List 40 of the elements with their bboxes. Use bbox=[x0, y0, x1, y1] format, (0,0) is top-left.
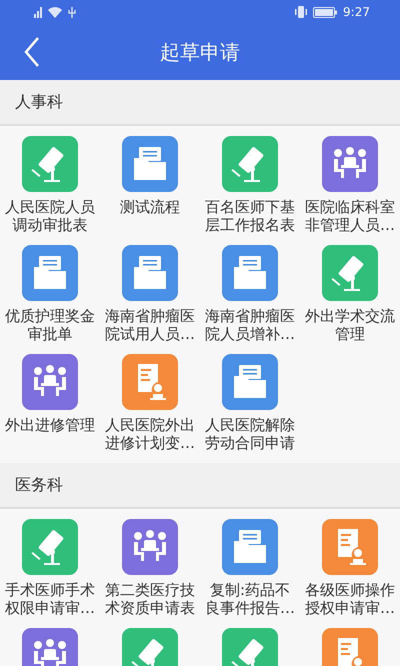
form-label[interactable]: 人民医院人员调动审批表 bbox=[4, 198, 96, 234]
form-label[interactable]: 百名医师下基层工作报名表 bbox=[204, 198, 296, 234]
form-label[interactable]: 海南省肿瘤医院人员增补… bbox=[204, 307, 296, 343]
form-label[interactable]: 优质护理奖金审批单 bbox=[4, 307, 96, 343]
form-label[interactable]: 第二类医疗技术资质申请表 bbox=[104, 581, 196, 617]
form-label[interactable]: 手术医师手术权限申请审… bbox=[4, 581, 96, 617]
form-label[interactable]: 医院临床科室非管理人员… bbox=[304, 198, 396, 234]
section-title: 医务科 bbox=[15, 474, 63, 496]
form-label[interactable]: 人民医院外出进修计划变… bbox=[104, 416, 196, 452]
back-icon bbox=[24, 37, 40, 67]
folder-icon[interactable] bbox=[122, 245, 178, 301]
folder-icon[interactable] bbox=[222, 245, 278, 301]
form-label[interactable]: 外出学术交流管理 bbox=[304, 307, 396, 343]
meeting-icon[interactable] bbox=[22, 354, 78, 410]
folder-icon[interactable] bbox=[222, 519, 278, 575]
battery-icon bbox=[313, 6, 338, 18]
folder-icon[interactable] bbox=[22, 245, 78, 301]
meeting-icon[interactable] bbox=[322, 136, 378, 192]
microscope-icon[interactable] bbox=[22, 519, 78, 575]
meeting-icon[interactable] bbox=[122, 519, 178, 575]
signal-icon bbox=[34, 6, 42, 18]
vibrate-icon bbox=[295, 6, 308, 18]
folder-icon[interactable] bbox=[222, 354, 278, 410]
form-label[interactable]: 海南省肿瘤医院试用人员… bbox=[104, 307, 196, 343]
certificate-icon[interactable] bbox=[122, 354, 178, 410]
usb-icon bbox=[68, 6, 76, 18]
form-label[interactable]: 外出进修管理 bbox=[4, 416, 96, 452]
microscope-icon[interactable] bbox=[22, 136, 78, 192]
wifi-icon bbox=[48, 6, 62, 18]
certificate-icon[interactable] bbox=[322, 519, 378, 575]
form-label[interactable]: 各级医师操作授权申请审… bbox=[304, 581, 396, 617]
folder-icon[interactable] bbox=[122, 136, 178, 192]
section-title: 人事科 bbox=[15, 92, 63, 112]
form-label[interactable]: 人民医院解除劳动合同申请 bbox=[204, 416, 296, 452]
form-label[interactable]: 测试流程 bbox=[104, 198, 196, 234]
microscope-icon[interactable] bbox=[322, 245, 378, 301]
form-label[interactable]: 复制:药品不良事件报告… bbox=[204, 581, 296, 617]
status-time: 9:27 bbox=[343, 5, 370, 19]
microscope-icon[interactable] bbox=[222, 136, 278, 192]
page-title: 起草申请 bbox=[160, 38, 240, 66]
